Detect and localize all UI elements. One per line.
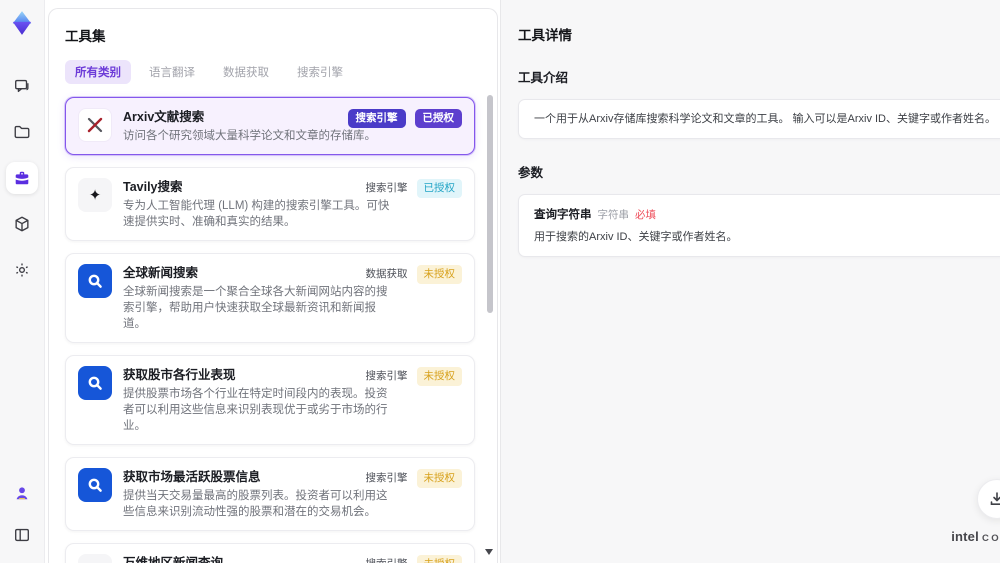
params-heading: 参数 <box>518 166 544 180</box>
tool-card-1[interactable]: ✦ Tavily搜索 专为人工智能代理 (LLM) 构建的搜索引擎工具。可快速提供实… <box>65 167 475 241</box>
tab-category-2[interactable]: 数据获取 <box>213 60 279 84</box>
param-desc: 用于搜索的Arxiv ID、关键字或作者姓名。 <box>534 231 738 243</box>
tab-category-0[interactable]: 所有类别 <box>65 60 131 84</box>
tool-card-0[interactable]: Arxiv文献搜索 访问各个研究领域大量科学论文和文章的存储库。 搜索引擎 已授权 <box>65 97 475 155</box>
page-title: 工具集 <box>65 29 106 44</box>
search-icon <box>78 264 112 298</box>
tool-card-5[interactable]: 万维地区新闻查询查询具体行政区划内的新闻，快速了解各地新闻动态。搜索引擎未授权 <box>65 543 475 563</box>
tool-status-badge: 已授权 <box>416 179 462 198</box>
tool-badges: 搜索引擎 已授权 <box>365 179 462 198</box>
tools-area: 工具集 所有类别 语言翻译 数据获取 搜索引擎 Arxiv文献搜索 访问各个研究领域大量… <box>45 0 500 563</box>
category-tabs: 所有类别 语言翻译 数据获取 搜索引擎 <box>65 60 481 84</box>
newspaper-icon <box>78 554 112 563</box>
tool-badges: 搜索引擎未授权 <box>366 555 462 563</box>
sidebar-item-panel-toggle[interactable] <box>6 519 38 551</box>
tools-panel: 工具集 所有类别 语言翻译 数据获取 搜索引擎 Arxiv文献搜索 访问各个研究领域大量… <box>48 8 498 563</box>
sidebar-panel-icon <box>13 526 31 544</box>
intro-box: 一个用于从Arxiv存储库搜索科学论文和文章的工具。 输入可以是Arxiv ID… <box>518 99 1000 139</box>
tool-description: 提供股票市场各个行业在特定时间段内的表现。投资者可以利用这些信息来识别表现优于或… <box>123 388 388 432</box>
tool-badges: 搜索引擎未授权 <box>365 367 462 386</box>
core-wordmark: CORE <box>981 532 1000 544</box>
tool-description: 访问各个研究领域大量科学论文和文章的存储库。 <box>123 130 376 142</box>
tool-card-3[interactable]: 获取股市各行业表现 提供股票市场各个行业在特定时间段内的表现。投资者可以利用这些信… <box>65 355 475 445</box>
tool-category-badge: 数据获取 <box>365 268 408 280</box>
tavily-star-icon: ✦ <box>78 178 112 212</box>
tool-status-badge: 未授权 <box>416 555 462 563</box>
tool-status-badge: 已授权 <box>414 109 462 128</box>
tool-badges: 搜索引擎未授权 <box>365 469 462 488</box>
tool-category-badge: 搜索引擎 <box>365 370 408 382</box>
tool-category-badge: 搜索引擎 <box>366 555 408 563</box>
arxiv-logo-icon <box>78 108 112 142</box>
scrollbar-down-arrow-icon[interactable] <box>485 549 493 555</box>
details-panel: 工具详情 工具介绍 一个用于从Arxiv存储库搜索科学论文和文章的工具。 输入可… <box>500 0 1000 563</box>
param-name: 查询字符串 <box>534 209 592 221</box>
tool-description: 全球新闻搜索是一个聚合全球各大新闻网站内容的搜索引擎，帮助用户快速获取全球最新资… <box>123 286 388 330</box>
tool-category-badge: 搜索引擎 <box>365 472 408 484</box>
tool-category-badge: 搜索引擎 <box>347 109 406 128</box>
briefcase-icon <box>13 169 31 187</box>
app-logo-icon <box>9 10 35 36</box>
tool-status-badge: 未授权 <box>416 265 462 284</box>
param-type: 字符串 <box>597 209 630 221</box>
sidebar <box>0 0 45 563</box>
param-box: 查询字符串 字符串 必填 用于搜索的Arxiv ID、关键字或作者姓名。 <box>518 194 1000 257</box>
tool-description: 专为人工智能代理 (LLM) 构建的搜索引擎工具。可快速提供实时、准确和真实的结… <box>123 200 390 228</box>
tool-category-badge: 搜索引擎 <box>365 182 408 194</box>
scrollbar-thumb[interactable] <box>487 95 493 313</box>
sidebar-bottom <box>6 477 38 551</box>
cube-icon <box>13 215 31 233</box>
search-icon <box>78 366 112 400</box>
tool-status-badge: 未授权 <box>416 469 462 488</box>
param-required-badge: 必填 <box>635 209 656 221</box>
sidebar-nav <box>6 70 38 286</box>
tool-status-badge: 未授权 <box>416 367 462 386</box>
tab-category-3[interactable]: 搜索引擎 <box>287 60 353 84</box>
sidebar-item-user[interactable] <box>6 477 38 509</box>
tool-card-4[interactable]: 获取市场最活跃股票信息 提供当天交易量最高的股票列表。投资者可以利用这些信息来识别… <box>65 457 475 531</box>
chat-icon <box>13 77 31 95</box>
gear-icon <box>13 261 31 279</box>
sidebar-item-folder[interactable] <box>6 116 38 148</box>
tool-badges: 搜索引擎 已授权 <box>347 109 462 128</box>
tool-description: 提供当天交易量最高的股票列表。投资者可以利用这些信息来识别流动性强的股票和潜在的… <box>123 490 388 518</box>
search-icon <box>78 468 112 502</box>
tool-list: Arxiv文献搜索 访问各个研究领域大量科学论文和文章的存储库。 搜索引擎 已授权 ✦ T… <box>65 97 475 563</box>
tab-category-1[interactable]: 语言翻译 <box>139 60 205 84</box>
param-header: 查询字符串 字符串 必填 <box>534 206 996 222</box>
folder-icon <box>13 123 31 141</box>
intel-core-logo: intel CORE Ultra <box>951 530 1000 554</box>
tool-card-2[interactable]: 全球新闻搜索 全球新闻搜索是一个聚合全球各大新闻网站内容的搜索引擎，帮助用户快速获… <box>65 253 475 343</box>
app-root: 工具集 所有类别 语言翻译 数据获取 搜索引擎 Arxiv文献搜索 访问各个研究领域大量… <box>0 0 1000 563</box>
sidebar-item-chat[interactable] <box>6 70 38 102</box>
download-button[interactable] <box>977 479 1000 519</box>
sidebar-item-settings[interactable] <box>6 254 38 286</box>
sidebar-item-toolbox[interactable] <box>6 162 38 194</box>
intro-heading: 工具介绍 <box>518 71 569 85</box>
sidebar-item-packages[interactable] <box>6 208 38 240</box>
intro-text: 一个用于从Arxiv存储库搜索科学论文和文章的工具。 输入可以是Arxiv ID… <box>534 113 996 125</box>
tool-badges: 数据获取 未授权 <box>365 265 462 284</box>
intel-wordmark: intel <box>951 528 979 544</box>
user-avatar-icon <box>13 484 31 502</box>
download-icon <box>990 492 1000 505</box>
details-title: 工具详情 <box>518 28 572 43</box>
core-sub-label: Ultra <box>951 546 1000 553</box>
